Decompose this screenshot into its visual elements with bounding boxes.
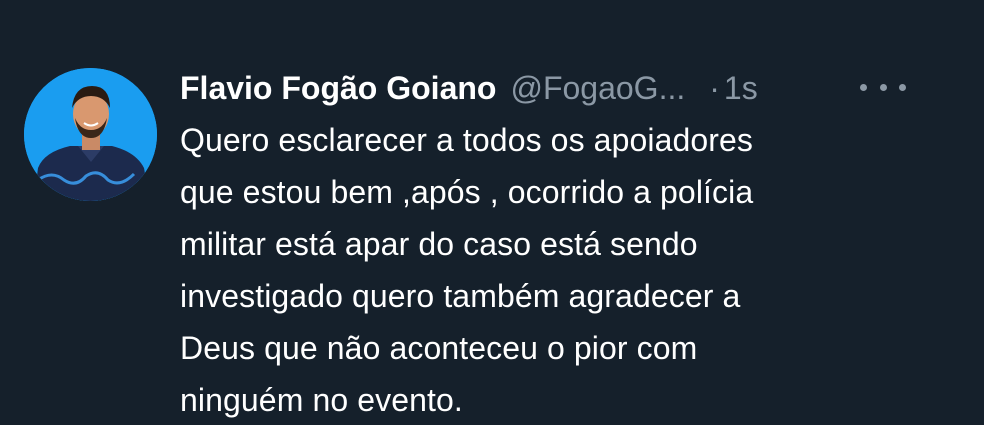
separator-dot: · — [709, 70, 720, 106]
more-dot — [879, 83, 887, 91]
more-dot — [899, 83, 906, 91]
tweet[interactable]: Flavio Fogão Goiano @FogaoG... · 1s Quer… — [0, 0, 984, 425]
tweet-content: Flavio Fogão Goiano @FogaoG... · 1s Quer… — [180, 64, 970, 425]
avatar[interactable] — [24, 68, 157, 201]
tweet-header: Flavio Fogão Goiano @FogaoG... · 1s — [180, 64, 970, 112]
author-name[interactable]: Flavio Fogão Goiano — [180, 64, 496, 112]
tweet-timestamp[interactable]: 1s — [724, 64, 758, 112]
author-handle[interactable]: @FogaoG... — [510, 64, 685, 112]
avatar-photo — [24, 68, 157, 201]
more-horizontal-icon[interactable] — [860, 72, 906, 102]
more-dot — [860, 83, 867, 91]
tweet-text: Quero esclarecer a todos os apoiadores q… — [180, 122, 754, 418]
